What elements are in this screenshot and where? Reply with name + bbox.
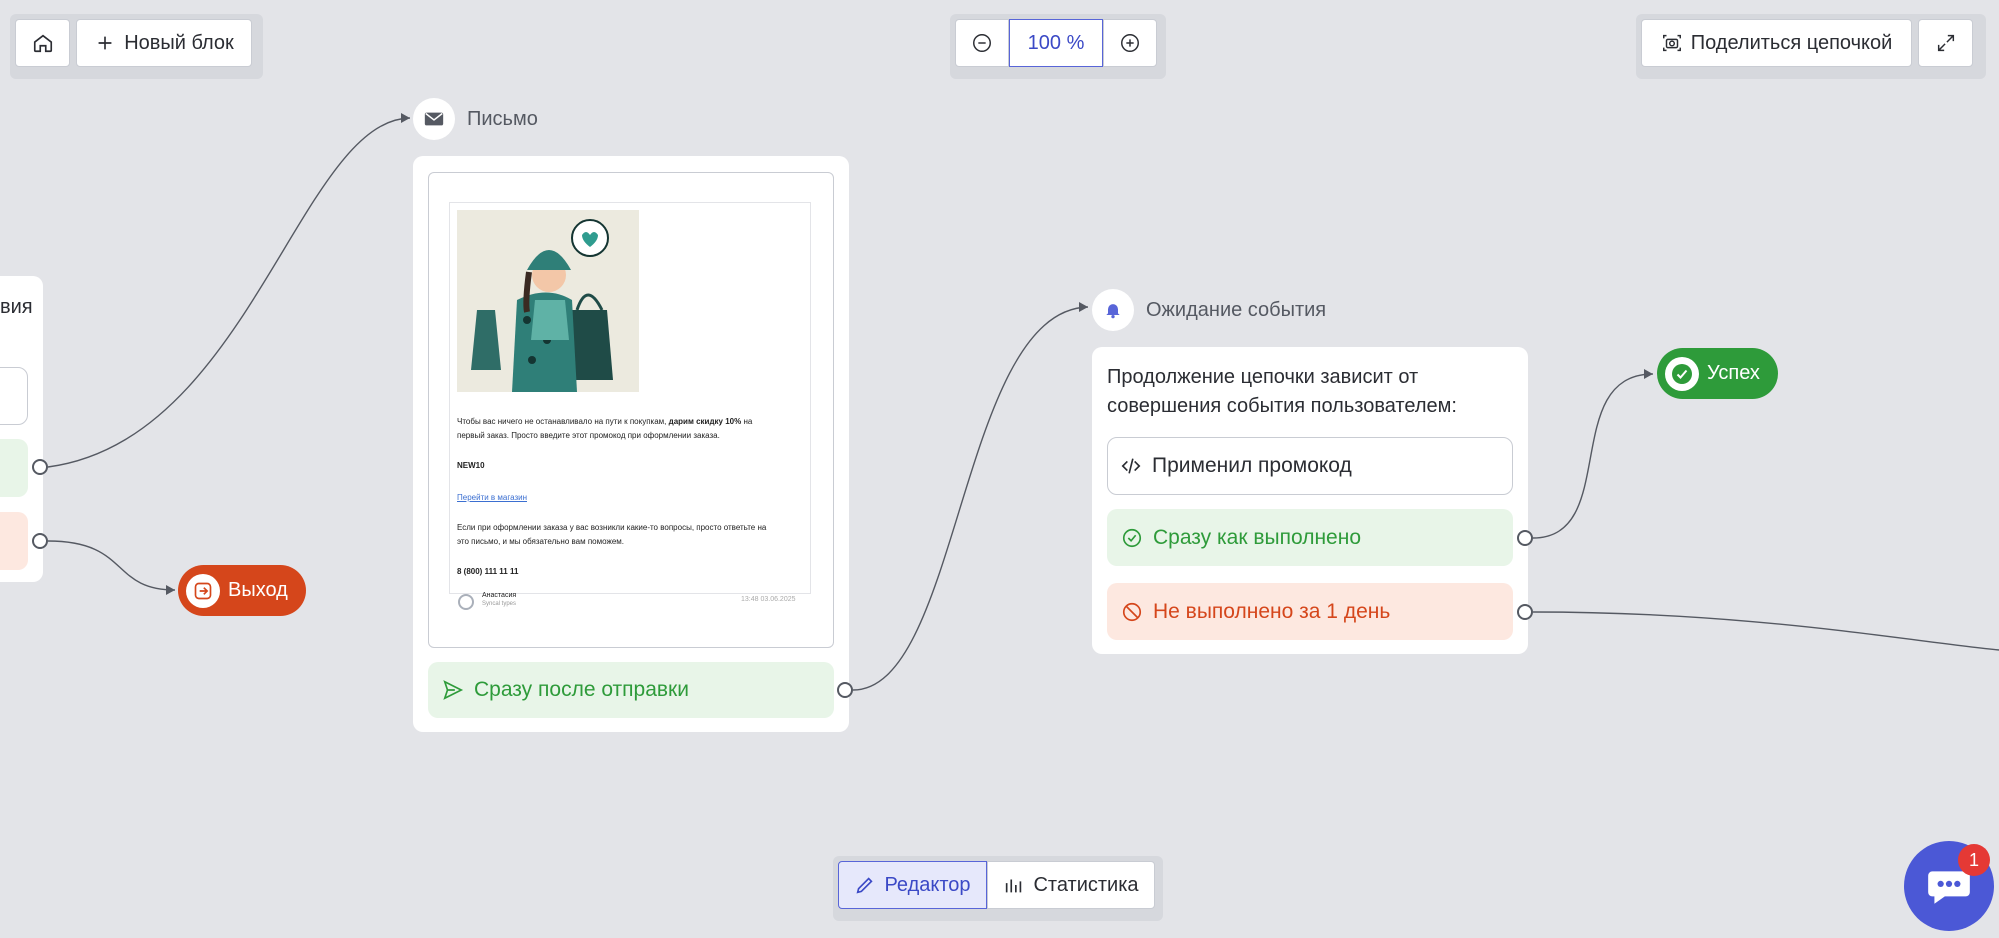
check-circle-icon [1122,528,1142,547]
home-button[interactable] [15,19,70,67]
wait-success-outcome[interactable]: Сразу как выполнено [1107,509,1513,566]
wait-node-header: Ожидание события [1092,289,1326,331]
bottom-tabs: Редактор Статистика [833,856,1163,921]
left-success-port[interactable] [32,459,48,475]
code-icon [1121,458,1141,474]
email-text-1b: дарим скидку 10% [668,417,742,426]
email-timestamp: 13:48 03.06.2025 [741,596,796,603]
zoom-controls: 100 % [950,14,1166,79]
tab-editor-label: Редактор [884,873,971,896]
share-chain-label: Поделиться цепочкой [1690,31,1893,54]
zoom-out-button[interactable] [955,19,1009,67]
block-icon [1122,602,1142,621]
exit-icon [186,573,220,608]
tab-statistics-label: Статистика [1033,873,1139,896]
event-label: Применил промокод [1152,454,1352,477]
email-preview-body: Чтобы вас ничего не останавливало на пут… [449,202,811,594]
zoom-out-icon [973,34,991,52]
email-text-line-1: Чтобы вас ничего не останавливало на пут… [457,415,802,428]
new-block-label: Новый блок [124,31,234,54]
email-promo-code: NEW10 [457,461,485,470]
email-text-1c: на [743,417,753,426]
wait-node-title: Ожидание события [1146,298,1327,321]
wait-fail-label: Не выполнено за 1 день [1153,599,1391,623]
email-shop-link[interactable]: Перейти в магазин [457,491,527,504]
new-block-button[interactable]: Новый блок [76,19,252,67]
email-outcome-label: Сразу после отправки [474,678,689,701]
zoom-value[interactable]: 100 % [1009,19,1103,67]
email-text-line-3: Если при оформлении заказа у вас возникл… [457,523,767,532]
zoom-in-icon [1121,34,1139,52]
wait-success-label: Сразу как выполнено [1153,525,1362,549]
email-text-line-4: это письмо, и мы обязательно вам поможем… [457,537,624,546]
email-node-title: Письмо [467,107,538,130]
left-fail-port[interactable] [32,533,48,549]
tab-statistics[interactable]: Статистика [987,861,1155,909]
sender-name: Анастасия [482,592,517,599]
email-outcome-port[interactable] [837,682,853,698]
shopping-illustration [457,210,639,392]
sender-subtitle: Syncal types [482,601,517,607]
plus-icon [98,36,112,50]
email-text-line-2: первый заказ. Просто введите этот промок… [457,431,720,440]
toolbar-left: Новый блок [10,14,263,79]
email-node-card[interactable]: Чтобы вас ничего не останавливало на пут… [413,156,849,732]
left-card-event-field[interactable] [0,367,28,425]
email-preview[interactable]: Чтобы вас ничего не останавливало на пут… [428,172,834,648]
email-node-header: Письмо [413,98,538,140]
wait-fail-port[interactable] [1517,604,1533,620]
left-card-success-outcome[interactable] [0,439,28,497]
send-icon [443,680,464,700]
zoom-in-button[interactable] [1103,19,1157,67]
event-field[interactable]: Применил промокод [1107,437,1513,495]
email-text-1a: Чтобы вас ничего не останавливало на пут… [457,417,667,426]
success-badge[interactable]: Успех [1657,348,1778,399]
home-icon [33,34,52,53]
success-label: Успех [1707,362,1760,384]
left-card-fail-outcome[interactable] [0,512,28,570]
left-card-title: вия [0,296,33,318]
bar-chart-icon [1006,879,1022,893]
connection-lines [47,113,1999,691]
fullscreen-button[interactable] [1918,19,1973,67]
exit-badge[interactable]: Выход [178,565,306,616]
toolbar-right: Поделиться цепочкой [1636,14,1986,79]
bell-icon [1092,289,1134,331]
wait-success-port[interactable] [1517,530,1533,546]
share-chain-button[interactable]: Поделиться цепочкой [1641,19,1912,67]
tab-editor[interactable]: Редактор [838,861,987,909]
sender-avatar [458,594,474,610]
camera-icon [1662,34,1681,52]
email-outcome-after-send[interactable]: Сразу после отправки [428,662,834,718]
email-icon [413,98,455,140]
expand-icon [1937,34,1954,52]
success-check-icon [1665,356,1699,391]
wait-fail-outcome[interactable]: Не выполнено за 1 день [1107,583,1513,640]
wait-node-card[interactable]: Продолжение цепочки зависит от совершени… [1092,347,1528,654]
exit-label: Выход [228,579,288,601]
chat-unread-badge: 1 [1958,844,1990,876]
wait-node-description: Продолжение цепочки зависит от совершени… [1107,366,1457,417]
pencil-icon [856,877,874,894]
email-phone: 8 (800) 111 11 11 [457,567,519,576]
